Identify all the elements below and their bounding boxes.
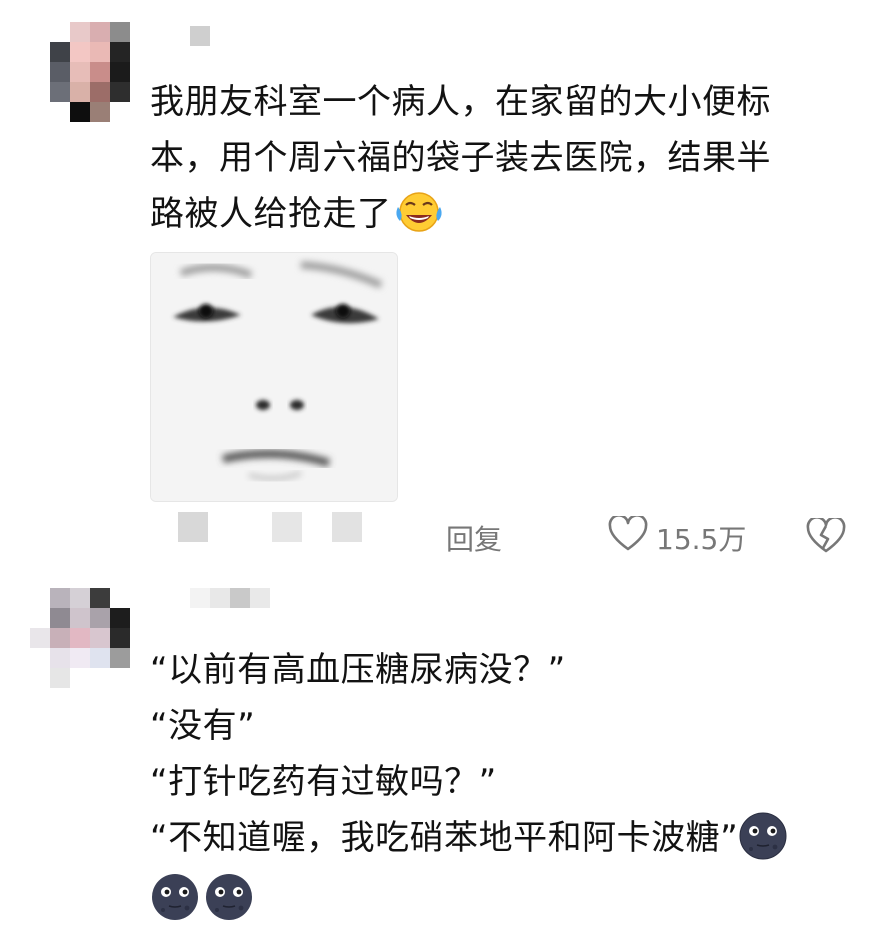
reply-button[interactable]: 回复 bbox=[446, 518, 502, 558]
new-moon-face-icon bbox=[204, 872, 254, 922]
comment-line: 路被人给抢走了 bbox=[150, 186, 771, 242]
new-moon-face-icon bbox=[150, 872, 200, 922]
comment-line: 我朋友科室一个病人，在家留的大小便标 bbox=[150, 82, 771, 122]
comment-line: “没有” bbox=[150, 706, 256, 746]
emoji-row bbox=[150, 872, 254, 922]
comment-line: “不知道喔，我吃硝苯地平和阿卡波糖” bbox=[150, 810, 788, 866]
comment-line: 本，用个周六福的袋子装去医院，结果半 bbox=[150, 138, 771, 178]
comment-body: “以前有高血压糖尿病没？” “没有” “打针吃药有过敏吗？” “不知道喔，我吃硝… bbox=[150, 642, 788, 866]
face-with-tears-of-joy-icon bbox=[394, 189, 444, 235]
heart-icon bbox=[608, 514, 648, 559]
comment-meta: 回复 15.5万 bbox=[150, 512, 870, 564]
comment-line: “打针吃药有过敏吗？” bbox=[150, 762, 497, 802]
comment-line: “以前有高血压糖尿病没？” bbox=[150, 650, 566, 690]
like-button[interactable]: 15.5万 bbox=[608, 514, 747, 559]
comment-body: 我朋友科室一个病人，在家留的大小便标 本，用个周六福的袋子装去医院，结果半 路被… bbox=[150, 74, 771, 242]
meme-image[interactable] bbox=[150, 252, 398, 502]
username-blurred[interactable] bbox=[190, 26, 210, 46]
broken-heart-icon bbox=[806, 516, 846, 558]
new-moon-face-icon bbox=[738, 811, 788, 861]
avatar[interactable] bbox=[30, 588, 130, 688]
like-count: 15.5万 bbox=[656, 522, 747, 556]
dislike-button[interactable] bbox=[806, 516, 846, 558]
avatar[interactable] bbox=[50, 22, 130, 122]
username-blurred[interactable] bbox=[190, 588, 270, 608]
